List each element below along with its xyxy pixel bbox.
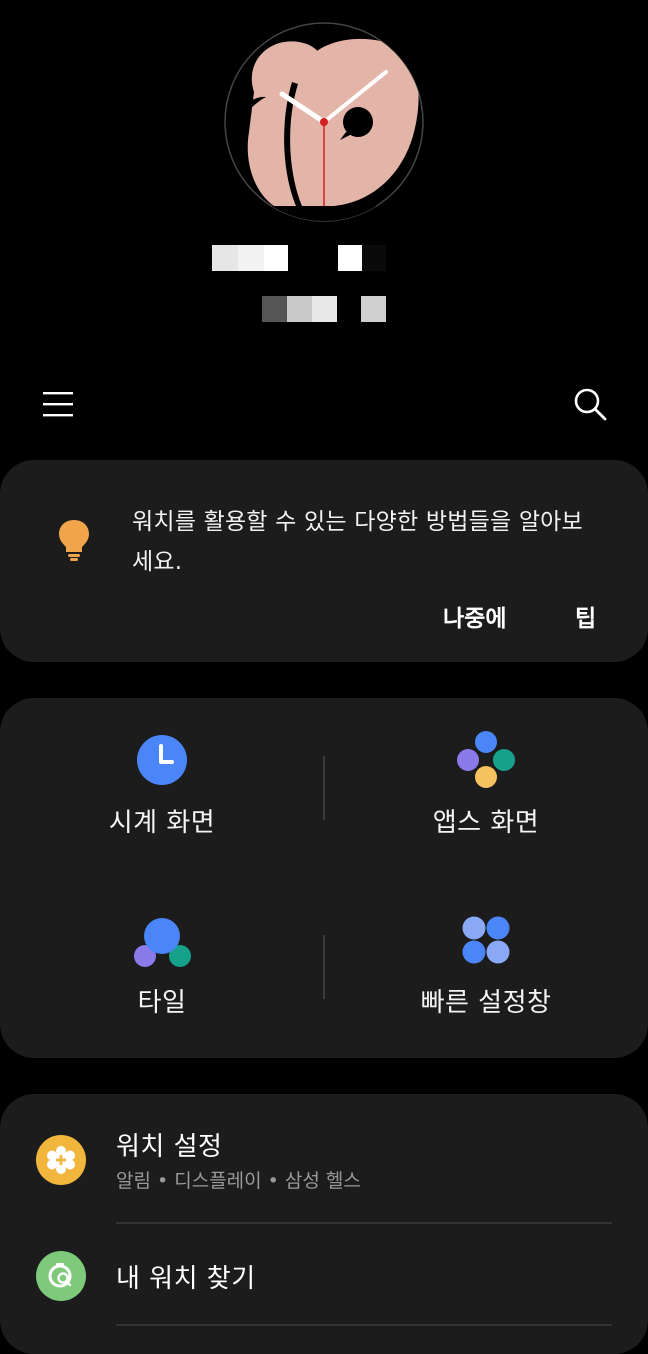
later-button[interactable]: 나중에 bbox=[443, 600, 506, 638]
find-watch-icon bbox=[36, 1251, 86, 1301]
search-icon bbox=[574, 388, 607, 421]
menu-button[interactable] bbox=[34, 380, 82, 428]
lightbulb-icon bbox=[54, 516, 94, 564]
tiles-label: 타일 bbox=[137, 988, 187, 1018]
apps-icon bbox=[456, 730, 516, 790]
watch-settings-item[interactable]: 워치 설정 알림 • 디스플레이 • 삼성 헬스 bbox=[0, 1110, 648, 1222]
list-divider bbox=[116, 1324, 612, 1326]
apps-button[interactable]: 앱스 화면 bbox=[324, 698, 648, 878]
quick-settings-label: 빠른 설정창 bbox=[420, 988, 552, 1018]
watch-settings-subtitle: 알림 • 디스플레이 • 삼성 헬스 bbox=[116, 1170, 361, 1192]
clock-icon bbox=[132, 730, 192, 790]
device-name-obscured bbox=[212, 245, 386, 271]
search-button[interactable] bbox=[566, 380, 614, 428]
gear-icon bbox=[36, 1135, 86, 1185]
watch-faces-label: 시계 화면 bbox=[108, 808, 216, 838]
tips-button[interactable]: 팁 bbox=[575, 600, 596, 638]
quick-settings-button[interactable]: 빠른 설정창 bbox=[324, 878, 648, 1058]
tip-message: 워치를 활용할 수 있는 다양한 방법들을 알아보세요. bbox=[132, 509, 583, 575]
tiles-button[interactable]: 타일 bbox=[0, 878, 324, 1058]
watch-face-preview[interactable] bbox=[224, 22, 424, 222]
find-my-watch-title: 내 워치 찾기 bbox=[116, 1264, 256, 1294]
tiles-icon bbox=[132, 910, 192, 970]
hamburger-menu-icon bbox=[43, 392, 73, 417]
watch-settings-title: 워치 설정 bbox=[116, 1132, 223, 1162]
quick-settings-icon bbox=[456, 910, 516, 970]
apps-label: 앱스 화면 bbox=[432, 808, 540, 838]
list-divider bbox=[116, 1222, 612, 1224]
watch-faces-button[interactable]: 시계 화면 bbox=[0, 698, 324, 878]
device-status-obscured bbox=[262, 296, 386, 322]
find-my-watch-item[interactable]: 내 워치 찾기 bbox=[0, 1226, 648, 1326]
